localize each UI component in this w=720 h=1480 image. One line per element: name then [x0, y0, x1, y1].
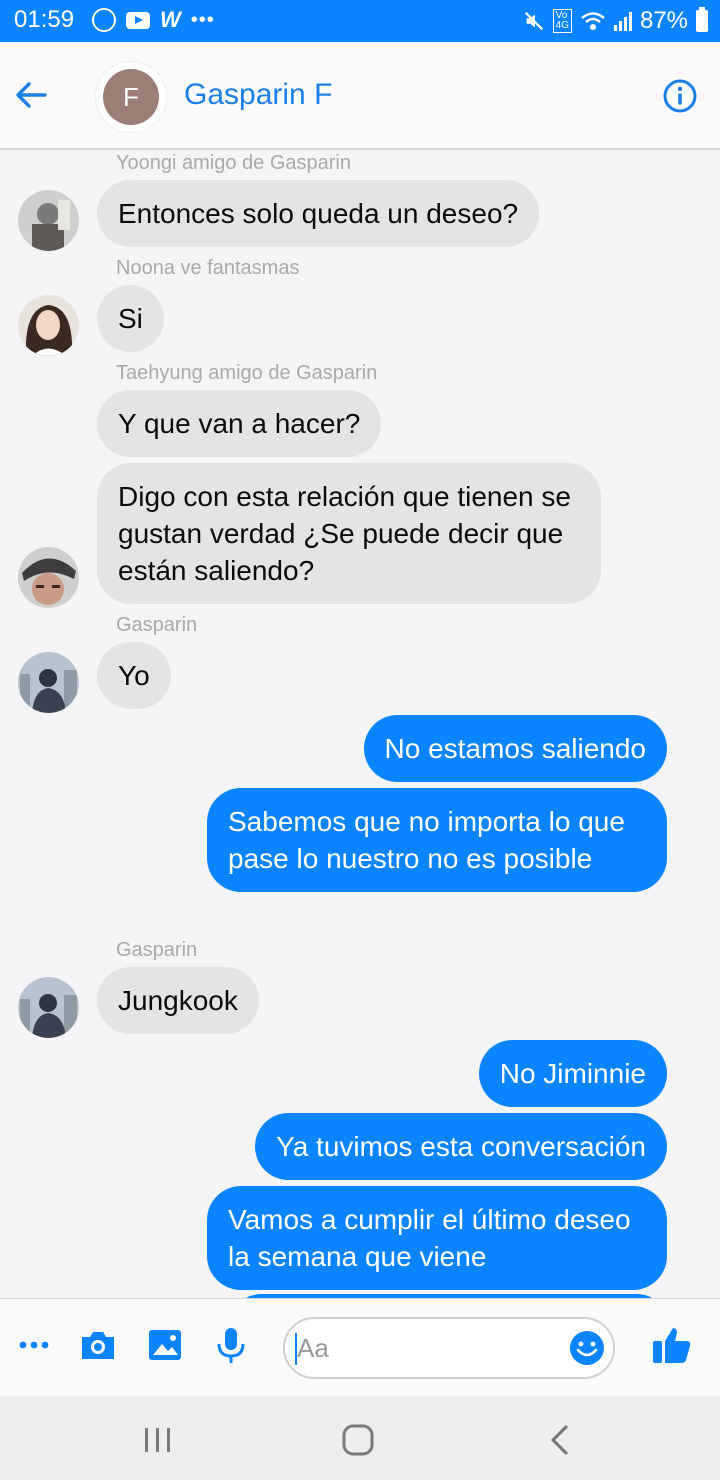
microphone-icon[interactable]	[211, 1325, 251, 1365]
thumbs-up-icon[interactable]	[650, 1323, 694, 1367]
info-icon[interactable]	[662, 78, 698, 114]
composer-bar: Aa	[0, 1298, 720, 1396]
arrow-left-icon[interactable]	[14, 78, 48, 112]
more-icon[interactable]	[14, 1325, 54, 1365]
w-icon: W	[160, 7, 181, 32]
status-bar: 01:59 W ••• Vo 4G 87%	[0, 0, 720, 42]
avatar-noona[interactable]	[18, 295, 79, 356]
message-bubble[interactable]: Jungkook	[97, 967, 259, 1034]
back-icon[interactable]	[542, 1422, 578, 1458]
wifi-icon	[581, 12, 605, 30]
recent-apps-icon[interactable]	[140, 1422, 176, 1458]
system-nav-bar	[0, 1396, 720, 1480]
message-bubble[interactable]: Si	[97, 285, 164, 352]
message-input[interactable]: Aa	[283, 1317, 615, 1379]
message-bubble[interactable]: Entonces solo queda un deseo?	[97, 180, 540, 247]
avatar-gasparin[interactable]	[18, 977, 79, 1038]
status-time: 01:59	[14, 6, 75, 33]
message-bubble[interactable]: Yo	[97, 642, 171, 709]
battery-icon	[696, 7, 708, 32]
message-bubble[interactable]: Vamos a cumplir el último deseo la seman…	[207, 1186, 667, 1290]
message-list[interactable]: Yoongi amigo de Gasparin Entonces solo q…	[0, 150, 720, 1298]
whatsapp-icon	[92, 8, 116, 32]
message-bubble[interactable]: Sabemos que no importa lo que pase lo nu…	[207, 788, 667, 892]
youtube-icon	[126, 11, 150, 29]
conversation-header: F Gasparin F	[0, 42, 720, 150]
avatar-taehyung[interactable]	[18, 547, 79, 608]
battery-percent: 87%	[639, 7, 688, 34]
sender-name: Taehyung amigo de Gasparin	[116, 362, 378, 384]
more-notifications-icon: •••	[190, 8, 215, 31]
message-bubble[interactable]: Digo con esta relación que tienen se gus…	[97, 463, 601, 604]
message-bubble[interactable]: Y que van a hacer?	[97, 390, 382, 457]
mute-icon	[524, 11, 543, 31]
input-placeholder: Aa	[297, 1333, 329, 1363]
home-icon[interactable]	[340, 1422, 376, 1458]
camera-icon[interactable]	[78, 1325, 118, 1365]
sender-name: Noona ve fantasmas	[116, 257, 300, 279]
contact-name[interactable]: Gasparin F	[184, 78, 332, 112]
smiley-icon[interactable]	[569, 1330, 605, 1366]
sender-name: Gasparin	[116, 939, 198, 961]
image-icon[interactable]	[145, 1325, 185, 1365]
message-bubble[interactable]: No estamos saliendo	[363, 715, 667, 782]
message-bubble[interactable]: Ya tuvimos esta conversación	[255, 1113, 667, 1180]
sender-name: Gasparin	[116, 614, 198, 636]
message-bubble[interactable]: No Jiminnie	[478, 1040, 667, 1107]
volte-icon: Vo 4G	[552, 9, 572, 33]
avatar-yoongi[interactable]	[18, 190, 79, 251]
avatar-gasparin[interactable]	[18, 652, 79, 713]
sender-name: Yoongi amigo de Gasparin	[116, 152, 351, 174]
signal-icon	[613, 11, 632, 31]
avatar-initial: F	[103, 69, 159, 125]
contact-avatar[interactable]: F	[96, 62, 166, 132]
